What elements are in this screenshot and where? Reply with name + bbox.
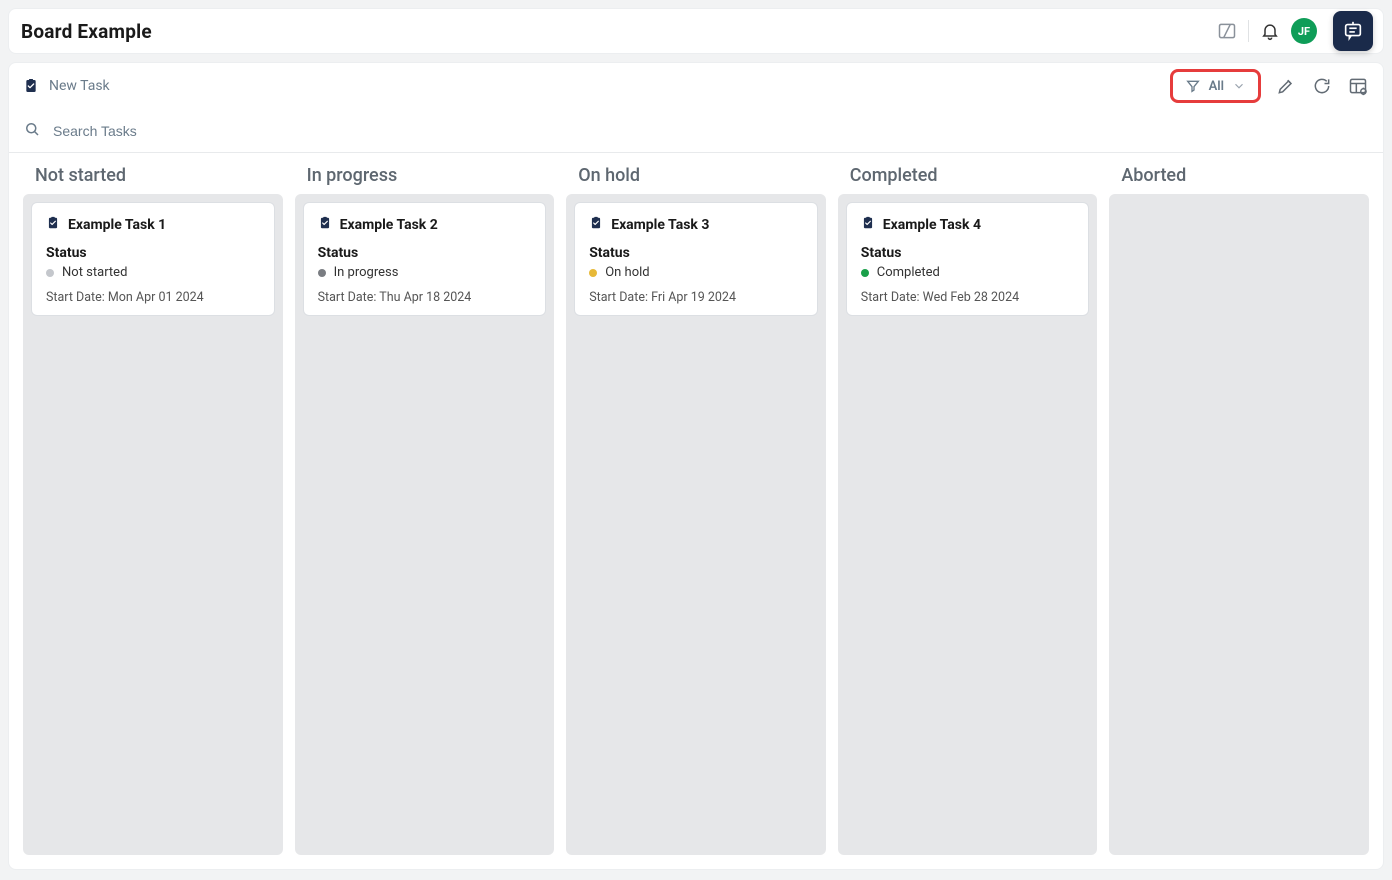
status-dot-icon: [318, 269, 326, 277]
layout-settings-button[interactable]: [1347, 75, 1369, 97]
column-header: Not started: [23, 163, 283, 194]
board-column: On hold Example Task 3 Status On hold Start …: [566, 163, 826, 855]
divider: [1248, 20, 1249, 42]
board-column: In progress Example Task 2 Status In progre…: [295, 163, 555, 855]
task-card[interactable]: Example Task 4 Status Completed Start Date:…: [846, 202, 1090, 316]
board-actions: All: [1170, 69, 1369, 103]
board-column: Completed Example Task 4 Status Completed St…: [838, 163, 1098, 855]
task-card[interactable]: Example Task 1 Status Not started Start Dat…: [31, 202, 275, 316]
task-card[interactable]: Example Task 3 Status On hold Start Date: F…: [574, 202, 818, 316]
task-card[interactable]: Example Task 2 Status In progress Start Dat…: [303, 202, 547, 316]
status-text: On hold: [605, 265, 649, 280]
clipboard-icon: [46, 215, 60, 235]
refresh-icon: [1312, 76, 1332, 96]
column-body[interactable]: Example Task 4 Status Completed Start Date:…: [838, 194, 1098, 855]
search-input[interactable]: [53, 123, 353, 139]
column-header: Completed: [838, 163, 1098, 194]
pencil-icon: [1276, 76, 1296, 96]
board-toolbar: New Task All: [9, 63, 1383, 109]
task-title: Example Task 4: [883, 217, 981, 233]
column-header: In progress: [295, 163, 555, 194]
task-title-row: Example Task 1: [46, 215, 260, 235]
status-field-label: Status: [861, 245, 1075, 261]
status-text: Completed: [877, 265, 940, 280]
status-text: Not started: [62, 265, 127, 280]
board-container: New Task All: [8, 62, 1384, 870]
funnel-icon: [1185, 78, 1201, 94]
clipboard-icon: [589, 215, 603, 235]
status-value: In progress: [318, 265, 532, 280]
column-header: On hold: [566, 163, 826, 194]
status-value: Completed: [861, 265, 1075, 280]
status-field-label: Status: [46, 245, 260, 261]
task-title: Example Task 3: [611, 217, 709, 233]
board-column: Aborted: [1109, 163, 1369, 855]
clipboard-icon: [861, 215, 875, 235]
column-body[interactable]: Example Task 1 Status Not started Start Dat…: [23, 194, 283, 855]
task-title-row: Example Task 2: [318, 215, 532, 235]
task-title: Example Task 2: [340, 217, 438, 233]
chevron-down-icon: [1232, 79, 1246, 93]
status-dot-icon: [46, 269, 54, 277]
start-date: Start Date: Fri Apr 19 2024: [589, 290, 803, 305]
status-dot-icon: [589, 269, 597, 277]
new-task-button[interactable]: New Task: [23, 77, 110, 95]
status-field-label: Status: [589, 245, 803, 261]
app-logo-icon[interactable]: [1216, 20, 1238, 42]
task-title-row: Example Task 4: [861, 215, 1075, 235]
column-body[interactable]: [1109, 194, 1369, 855]
bell-icon[interactable]: [1259, 20, 1281, 42]
start-date: Start Date: Thu Apr 18 2024: [318, 290, 532, 305]
new-task-label: New Task: [49, 78, 110, 94]
clipboard-icon: [318, 215, 332, 235]
status-field-label: Status: [318, 245, 532, 261]
avatar[interactable]: JF: [1291, 18, 1317, 44]
refresh-button[interactable]: [1311, 75, 1333, 97]
column-body[interactable]: Example Task 2 Status In progress Start Dat…: [295, 194, 555, 855]
clipboard-icon: [23, 77, 39, 95]
task-title: Example Task 1: [68, 217, 166, 233]
header-right: JF: [1216, 11, 1373, 51]
chat-button[interactable]: [1333, 11, 1373, 51]
status-value: Not started: [46, 265, 260, 280]
page-title: Board Example: [21, 20, 152, 43]
edit-button[interactable]: [1275, 75, 1297, 97]
app-header: Board Example JF: [8, 8, 1384, 54]
column-body[interactable]: Example Task 3 Status On hold Start Date: F…: [566, 194, 826, 855]
search-icon: [23, 120, 41, 142]
task-title-row: Example Task 3: [589, 215, 803, 235]
board-column: Not started Example Task 1 Status Not start…: [23, 163, 283, 855]
board-columns: Not started Example Task 1 Status Not start…: [9, 153, 1383, 869]
status-text: In progress: [334, 265, 399, 280]
filter-button[interactable]: All: [1170, 69, 1261, 103]
search-row: [9, 109, 1383, 153]
column-header: Aborted: [1109, 163, 1369, 194]
filter-label: All: [1209, 79, 1224, 94]
status-dot-icon: [861, 269, 869, 277]
status-value: On hold: [589, 265, 803, 280]
start-date: Start Date: Mon Apr 01 2024: [46, 290, 260, 305]
layout-icon: [1348, 76, 1368, 96]
start-date: Start Date: Wed Feb 28 2024: [861, 290, 1075, 305]
